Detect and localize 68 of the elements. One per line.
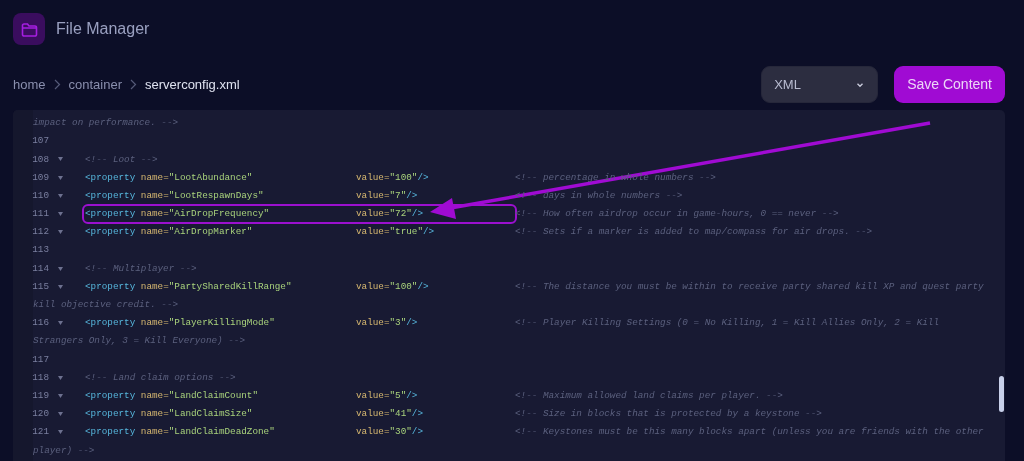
fold-arrow-icon[interactable] xyxy=(57,430,63,435)
fold-arrow-icon[interactable] xyxy=(57,212,63,217)
code-text: value="true"/> xyxy=(356,225,436,240)
code-text: value="41"/> xyxy=(356,407,424,422)
line-number: 111 xyxy=(31,207,49,221)
code-comment: <!-- The distance you must be within to receive party shared kill XP and quest party xyxy=(515,279,984,294)
code-comment: <!-- Sets if a marker is added to map/compass for air drops. --> xyxy=(515,225,873,240)
code-comment: <!-- Size in blocks that is protected by a keystone --> xyxy=(515,407,822,422)
line-number: 117 xyxy=(31,352,49,367)
code-text: <property name="AirDropMarker" xyxy=(85,225,254,240)
code-comment: <!-- Multiplayer --> xyxy=(85,261,197,276)
fold-arrow-icon[interactable] xyxy=(57,266,63,271)
line-number: 112 xyxy=(31,225,49,240)
code-text: value="100"/> xyxy=(356,170,430,185)
code-comment: kill objective credit. --> xyxy=(33,298,179,312)
code-comment: player) --> xyxy=(33,443,95,458)
line-number: 110 xyxy=(31,188,49,203)
line-number: 115 xyxy=(31,279,49,294)
code-text: value="3"/> xyxy=(356,316,419,331)
chevron-icon xyxy=(53,79,61,90)
fold-arrow-icon[interactable] xyxy=(57,193,63,198)
line-number: 109 xyxy=(31,170,49,185)
breadcrumb-link[interactable]: serverconfig.xml xyxy=(145,74,240,95)
code-comment: Strangers Only, 3 = Kill Everyone) --> xyxy=(33,334,245,349)
fold-arrow-icon[interactable] xyxy=(57,284,63,289)
code-comment: impact on performance. --> xyxy=(33,116,179,131)
code-text: <property name="AirDropFrequency" xyxy=(85,207,271,221)
code-text: value="72"/> xyxy=(356,207,424,221)
code-text: <property name="LandClaimCount" xyxy=(85,388,259,403)
line-number: 120 xyxy=(31,407,49,422)
line-number: 121 xyxy=(31,425,49,440)
code-comment: <!-- Loot --> xyxy=(85,152,158,167)
line-number: 113 xyxy=(31,243,49,258)
code-text: <property name="LandClaimDeadZone" xyxy=(85,425,276,440)
save-content-button[interactable]: Save Content xyxy=(894,66,1005,103)
code-text: value="7"/> xyxy=(356,188,419,203)
line-number: 108 xyxy=(31,152,49,167)
code-text: <property name="PartySharedKillRange" xyxy=(85,279,293,294)
line-number: 118 xyxy=(31,370,49,385)
folder-app-icon xyxy=(13,13,45,45)
format-select[interactable]: XML xyxy=(761,66,879,103)
scrollbar-thumb[interactable] xyxy=(999,376,1004,412)
code-text: value="5"/> xyxy=(356,388,419,403)
fold-arrow-icon[interactable] xyxy=(57,393,63,398)
code-comment: <!-- Maximum allowed land claims per player. --> xyxy=(515,388,783,403)
code-comment: <!-- Player Killing Settings (0 = No Killing, 1 = Kill Allies Only, 2 = Kill xyxy=(515,316,939,331)
code-text: <property name="LootRespawnDays" xyxy=(85,188,265,203)
fold-arrow-icon[interactable] xyxy=(57,375,63,380)
breadcrumb-link[interactable]: container xyxy=(68,74,122,95)
fold-arrow-icon[interactable] xyxy=(57,175,63,180)
line-number: 107 xyxy=(31,134,49,149)
chevron-icon xyxy=(130,79,137,90)
line-number: 119 xyxy=(31,388,49,403)
code-comment: <!-- Land claim options --> xyxy=(85,370,236,385)
fold-arrow-icon[interactable] xyxy=(57,321,63,326)
code-comment: <!-- Keystones must be this many blocks apart (unless you are friends with the other xyxy=(515,425,984,440)
breadcrumb-link[interactable]: home xyxy=(13,74,46,95)
fold-arrow-icon[interactable] xyxy=(57,230,63,235)
app-title: File Manager xyxy=(56,19,150,39)
code-text: <property name="LandClaimSize" xyxy=(85,407,254,422)
fold-arrow-icon[interactable] xyxy=(57,412,63,417)
code-text: <property name="PlayerKillingMode" xyxy=(85,316,276,331)
line-number: 114 xyxy=(31,261,49,276)
line-number: 116 xyxy=(31,316,49,331)
code-text: value="100"/> xyxy=(356,279,430,294)
fold-arrow-icon[interactable] xyxy=(57,157,63,162)
code-text: value="30"/> xyxy=(356,425,424,440)
code-text: <property name="LootAbundance" xyxy=(85,170,254,185)
